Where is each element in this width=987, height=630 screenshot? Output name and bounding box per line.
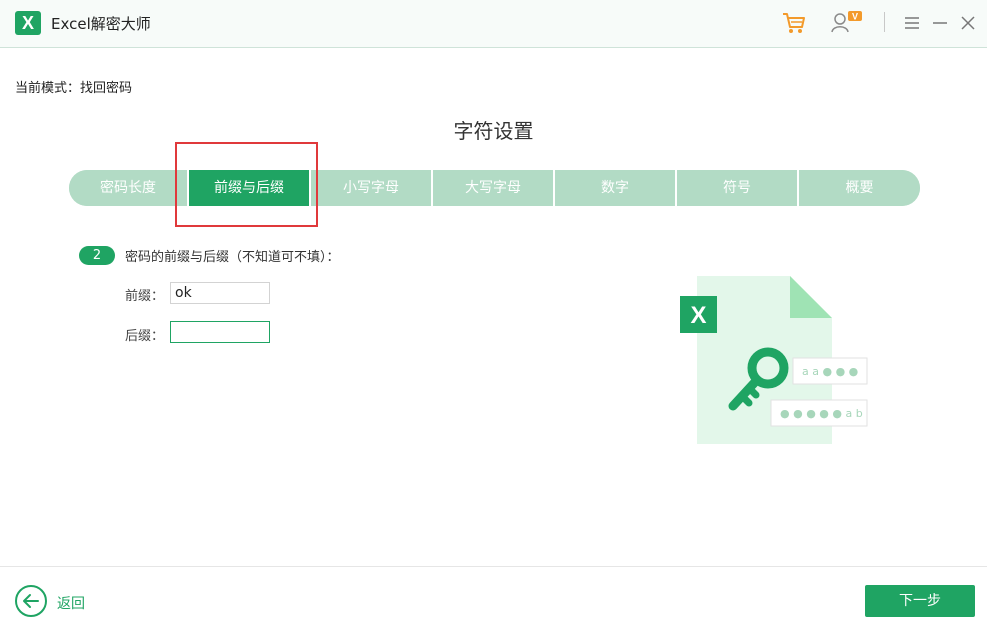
tab-digits[interactable]: 数字: [555, 170, 677, 206]
next-button[interactable]: 下一步: [865, 585, 975, 617]
arrow-left-icon: [23, 594, 39, 608]
highlight-box: [175, 142, 318, 227]
title-bar: X Excel解密大师 V: [0, 0, 987, 48]
page-title: 字符设置: [453, 119, 534, 143]
app-title: Excel解密大师: [51, 15, 151, 33]
tab-lowercase[interactable]: 小写字母: [311, 170, 433, 206]
tab-symbols[interactable]: 符号: [677, 170, 799, 206]
user-vip-icon[interactable]: V: [830, 10, 864, 36]
current-mode-label: 当前模式：找回密码: [15, 81, 133, 96]
prefix-input[interactable]: [170, 282, 270, 304]
step-heading: 2 密码的前缀与后缀（不知道可不填）：: [79, 246, 340, 265]
back-link[interactable]: 返回: [57, 593, 85, 613]
menu-icon[interactable]: [902, 10, 922, 36]
password-field-2-text: ● ● ● ● ● a b: [780, 407, 863, 420]
app-logo: X: [15, 11, 41, 35]
prefix-label: 前缀：: [125, 289, 165, 304]
minimize-icon[interactable]: [930, 10, 950, 36]
svg-text:V: V: [852, 12, 858, 22]
close-icon[interactable]: [958, 10, 978, 36]
suffix-input[interactable]: [170, 321, 270, 343]
password-field-1-text: a a ● ● ●: [802, 365, 858, 378]
suffix-label: 后缀：: [125, 329, 165, 344]
step-text: 密码的前缀与后缀（不知道可不填）：: [125, 250, 340, 265]
step-number-badge: 2: [79, 246, 115, 265]
excel-key-illustration: X a a ● ● ● ● ● ● ● ● a b: [676, 274, 872, 446]
footer-divider: [0, 566, 987, 567]
cart-icon[interactable]: [781, 10, 807, 36]
back-button[interactable]: [15, 585, 47, 617]
tab-password-length[interactable]: 密码长度: [69, 170, 189, 206]
tab-uppercase[interactable]: 大写字母: [433, 170, 555, 206]
tab-summary[interactable]: 概要: [799, 170, 920, 206]
titlebar-divider: [884, 12, 885, 32]
svg-text:X: X: [690, 302, 706, 329]
